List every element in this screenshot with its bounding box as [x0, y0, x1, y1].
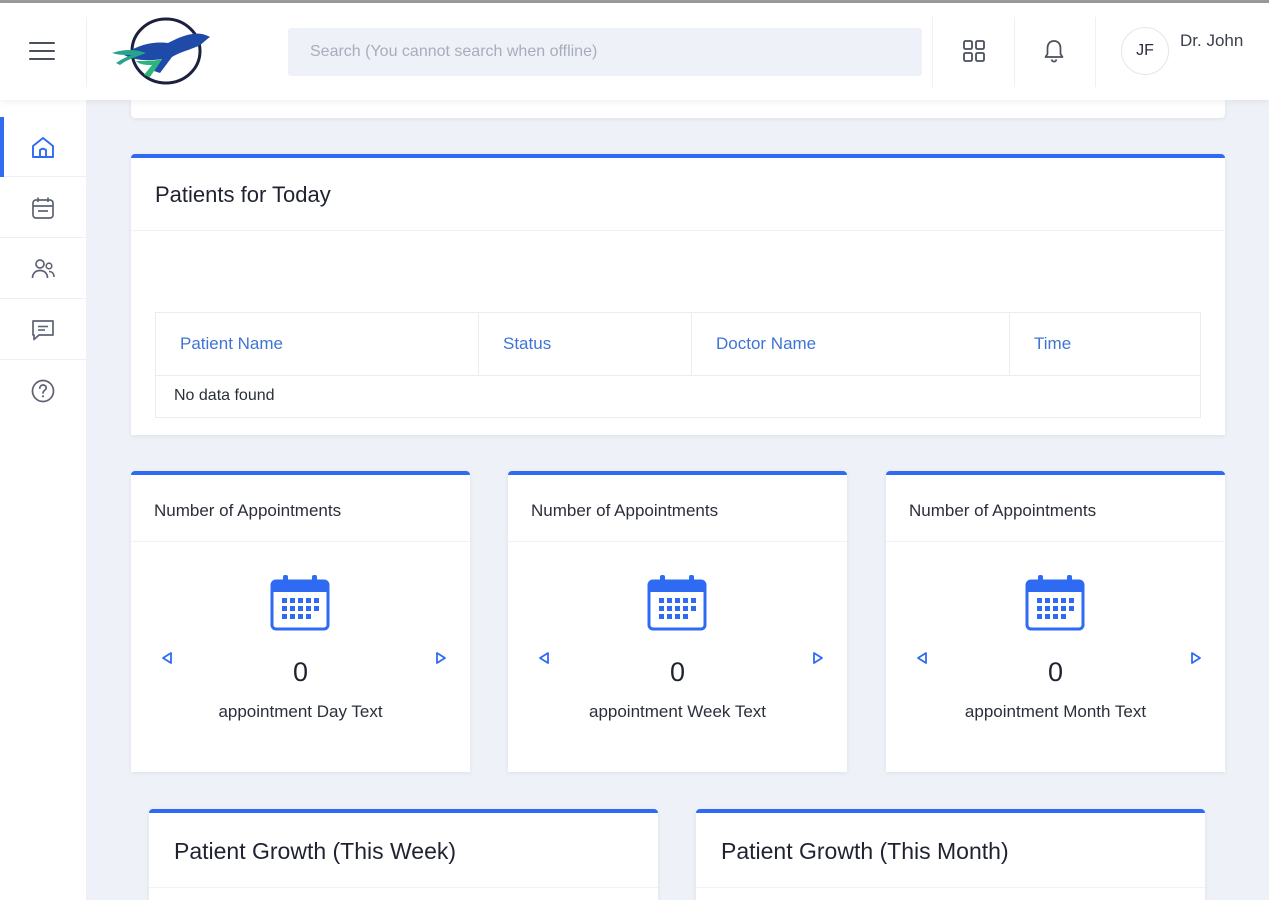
- divider: [1095, 17, 1096, 87]
- divider: [156, 375, 1200, 376]
- divider: [86, 17, 87, 87]
- empty-table-message: No data found: [174, 387, 275, 404]
- patient-growth-month-card: Patient Growth (This Month): [696, 809, 1205, 900]
- column-header-status[interactable]: Status: [479, 313, 692, 375]
- previous-card-bottom: [131, 100, 1225, 118]
- avatar[interactable]: JF: [1121, 27, 1169, 75]
- sidebar: [0, 100, 87, 900]
- calendar-icon: [270, 575, 330, 631]
- appointment-count: 0: [1047, 657, 1064, 687]
- appointment-label: appointment Day Text: [218, 702, 383, 721]
- home-icon: [32, 136, 54, 158]
- appointment-count: 0: [292, 657, 309, 687]
- chat-icon: [32, 319, 54, 340]
- appointments-day-card: Number of Appointments 0 appointment Day…: [131, 471, 470, 772]
- column-header-doctor-name[interactable]: Doctor Name: [692, 313, 1010, 375]
- search-input[interactable]: [288, 28, 922, 76]
- notification-bell-icon[interactable]: [1040, 37, 1068, 65]
- appointments-week-card: Number of Appointments 0 appointment Wee…: [508, 471, 847, 772]
- card-title: Patients for Today: [155, 182, 331, 207]
- divider: [886, 541, 1225, 542]
- divider: [131, 230, 1225, 231]
- card-title: Patient Growth (This Month): [721, 838, 1009, 864]
- patient-growth-week-card: Patient Growth (This Week): [149, 809, 658, 900]
- help-icon: [31, 379, 55, 403]
- divider: [508, 541, 847, 542]
- calendar-icon: [1025, 575, 1085, 631]
- sidebar-item-help[interactable]: [0, 361, 86, 421]
- apps-grid-icon[interactable]: [960, 37, 988, 65]
- divider: [932, 17, 933, 87]
- divider: [131, 541, 470, 542]
- column-header-patient-name[interactable]: Patient Name: [156, 313, 479, 375]
- appointment-label: appointment Month Text: [964, 702, 1147, 721]
- card-title: Patient Growth (This Week): [174, 838, 457, 864]
- users-icon: [31, 258, 55, 278]
- divider: [1014, 17, 1015, 87]
- appointment-label: appointment Week Text: [588, 702, 767, 721]
- card-title: Number of Appointments: [531, 501, 719, 520]
- sidebar-item-home[interactable]: [0, 117, 86, 177]
- avatar-initials: JF: [1136, 42, 1154, 59]
- column-header-time[interactable]: Time: [1010, 313, 1200, 375]
- brand-logo: [112, 17, 210, 85]
- patients-table: Patient Name Status Doctor Name Time No …: [155, 312, 1201, 418]
- calendar-icon: [32, 197, 54, 219]
- sidebar-item-patients[interactable]: [0, 239, 86, 299]
- appointment-count: 0: [669, 657, 686, 687]
- divider: [696, 887, 1205, 888]
- menu-toggle-icon[interactable]: [28, 39, 56, 63]
- card-title: Number of Appointments: [154, 501, 342, 520]
- appointments-month-card: Number of Appointments 0 appointment Mon…: [886, 471, 1225, 772]
- patients-today-card: Patients for Today Patient Name Status D…: [131, 154, 1225, 435]
- sidebar-item-calendar[interactable]: [0, 178, 86, 238]
- sidebar-item-messages[interactable]: [0, 300, 86, 360]
- card-title: Number of Appointments: [909, 501, 1097, 520]
- top-bar: JF Dr. John: [0, 3, 1269, 100]
- calendar-icon: [647, 575, 707, 631]
- divider: [149, 887, 658, 888]
- user-name[interactable]: Dr. John: [1180, 30, 1250, 52]
